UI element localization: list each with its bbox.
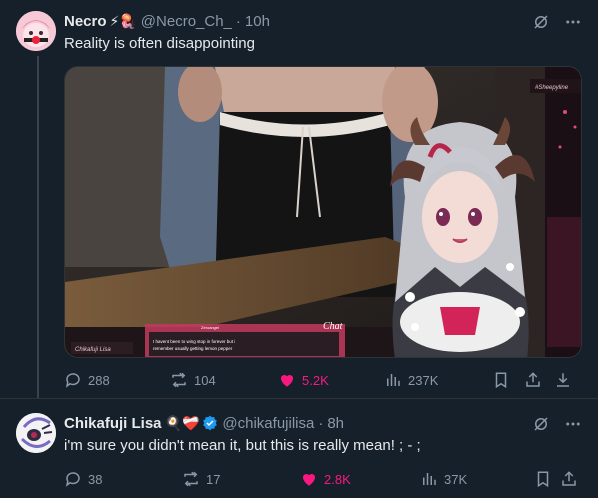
chat-user-text: Zeroangel — [201, 325, 219, 330]
timestamp[interactable]: 10h — [245, 13, 270, 30]
reply-button[interactable]: 288 — [64, 371, 110, 389]
download-icon — [557, 373, 569, 387]
tweet-header-necro: Necro ⚡🪼 @Necro_Ch_ · 10h — [64, 11, 270, 31]
heart-filled-icon — [280, 374, 294, 387]
grok-icon[interactable] — [532, 13, 550, 36]
views-chart-icon — [423, 473, 436, 485]
repost-count: 104 — [194, 372, 216, 388]
chat-title-text: Chat — [323, 321, 343, 332]
views-button[interactable]: 37K — [420, 470, 467, 488]
display-name[interactable]: Necro — [64, 13, 107, 30]
name-emojis: ⚡🪼 — [109, 12, 137, 29]
views-count: 237K — [408, 372, 439, 388]
like-button[interactable]: 5.2K — [278, 371, 329, 389]
bookmark-icon — [495, 372, 507, 389]
chat-line2-text: remember usually getting lemon pepper — [153, 346, 233, 351]
heart-filled-icon — [302, 473, 316, 486]
reply-button[interactable]: 38 — [64, 470, 102, 488]
views-chart-icon — [387, 374, 400, 386]
overlay-tag-text: #Sheepyline — [535, 85, 569, 91]
avatar-necro[interactable] — [16, 11, 56, 51]
nameplate-text: Chikafuji Lisa — [75, 347, 111, 353]
verified-badge-icon — [203, 415, 218, 431]
like-count: 5.2K — [302, 372, 329, 388]
like-count: 2.8K — [324, 471, 351, 487]
bookmark-icon — [537, 471, 549, 488]
tweet-text: i'm sure you didn't mean it, but this is… — [64, 437, 421, 454]
avatar-chikafuji-lisa[interactable] — [16, 413, 56, 453]
download-button[interactable] — [554, 371, 572, 389]
tweet-media-image[interactable]: Chikafuji Lisa Chat Zeroangel I havent b… — [64, 66, 582, 358]
bookmark-button[interactable] — [534, 470, 552, 488]
repost-button[interactable]: 17 — [182, 470, 220, 488]
tweet-top-icons — [532, 415, 582, 438]
separator-dot: · — [235, 12, 241, 30]
repost-button[interactable]: 104 — [170, 371, 216, 389]
name-emojis: 🍳❤️‍🩹 — [164, 414, 200, 431]
reply-count: 38 — [88, 471, 103, 487]
chat-line1-text: I havent been to wing stop in forever bu… — [153, 339, 235, 344]
display-name[interactable]: Chikafuji Lisa — [64, 415, 162, 432]
handle[interactable]: @Necro_Ch_ — [141, 13, 232, 30]
views-button[interactable]: 237K — [384, 371, 438, 389]
reply-count: 288 — [88, 372, 110, 388]
bookmark-button[interactable] — [492, 371, 510, 389]
repost-icon — [184, 471, 198, 487]
tweet-actions-necro: 288 104 5.2K 237K — [64, 368, 582, 392]
share-button[interactable] — [560, 470, 578, 488]
like-button[interactable]: 2.8K — [300, 470, 351, 488]
thread-connector-line — [37, 56, 39, 398]
timestamp[interactable]: 8h — [327, 415, 344, 432]
views-count: 37K — [444, 471, 468, 487]
grok-icon[interactable] — [532, 415, 550, 438]
tweet-text: Reality is often disappointing — [64, 35, 255, 52]
share-icon — [562, 471, 576, 486]
more-options-icon[interactable] — [564, 415, 582, 438]
more-options-icon[interactable] — [564, 13, 582, 36]
repost-icon — [172, 372, 186, 388]
tweet-top-icons — [532, 13, 582, 36]
tweet-header-chikafuji: Chikafuji Lisa 🍳❤️‍🩹 @chikafujilisa · 8h — [64, 413, 344, 433]
share-button[interactable] — [524, 371, 542, 389]
reply-icon — [65, 472, 80, 487]
separator-dot: · — [318, 414, 324, 432]
share-icon — [526, 372, 540, 387]
reply-icon — [65, 373, 80, 388]
repost-count: 17 — [206, 471, 221, 487]
tweet-actions-chikafuji: 38 17 2.8K 37K — [64, 467, 582, 491]
handle[interactable]: @chikafujilisa — [222, 415, 314, 432]
